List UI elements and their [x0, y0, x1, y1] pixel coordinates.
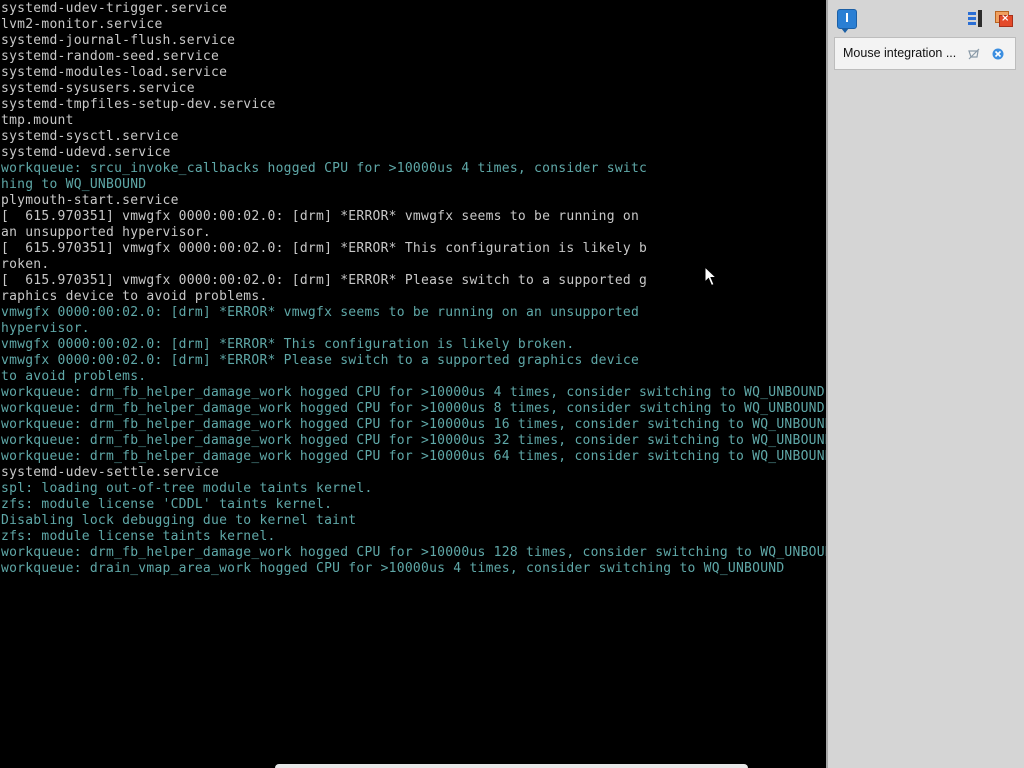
console-line: hing to WQ_UNBOUND	[1, 177, 147, 192]
console-line: an unsupported hypervisor.	[1, 225, 211, 240]
suppress-icon[interactable]	[968, 48, 980, 60]
console-line: [ 615.970351] vmwgfx 0000:00:02.0: [drm]…	[1, 273, 648, 288]
console-output: systemd-udev-trigger.service lvm2-monitor…	[1, 1, 826, 577]
console-line: vmwgfx 0000:00:02.0: [drm] *ERROR* vmwgf…	[1, 305, 640, 320]
console-line: systemd-tmpfiles-setup-dev.service	[1, 97, 276, 112]
console-line: zfs: module license taints kernel.	[1, 529, 276, 544]
console-line: workqueue: srcu_invoke_callbacks hogged …	[1, 161, 648, 176]
console-line: raphics device to avoid problems.	[1, 289, 268, 304]
close-all-notifications-icon[interactable]: ×	[994, 9, 1014, 29]
console-line: workqueue: drm_fb_helper_damage_work hog…	[1, 401, 825, 416]
notification-mouse-integration[interactable]: Mouse integration ...	[834, 37, 1016, 70]
console-line: Disabling lock debugging due to kernel t…	[1, 513, 357, 528]
console-line: lvm2-monitor.service	[1, 17, 163, 32]
console-line: vmwgfx 0000:00:02.0: [drm] *ERROR* Pleas…	[1, 353, 640, 368]
notification-toolbar: ×	[828, 0, 1024, 36]
console-line: systemd-random-seed.service	[1, 49, 220, 64]
console-line: spl: loading out-of-tree module taints k…	[1, 481, 373, 496]
console-line: tmp.mount	[1, 113, 74, 128]
console-line: systemd-sysusers.service	[1, 81, 195, 96]
console-line: roken.	[1, 257, 50, 272]
console-line: systemd-journal-flush.service	[1, 33, 236, 48]
console-line: hypervisor.	[1, 321, 90, 336]
console-line: vmwgfx 0000:00:02.0: [drm] *ERROR* This …	[1, 337, 575, 352]
console-line: systemd-udev-trigger.service	[1, 1, 228, 16]
console-line: plymouth-start.service	[1, 193, 179, 208]
notification-text: Mouse integration ...	[843, 46, 957, 60]
close-icon[interactable]	[992, 48, 1004, 60]
notification-center-panel: × Mouse integration ...	[826, 0, 1024, 768]
console-line: workqueue: drm_fb_helper_damage_work hog…	[1, 433, 826, 448]
console-line: workqueue: drm_fb_helper_damage_work hog…	[1, 449, 826, 464]
console-line: workqueue: drm_fb_helper_damage_work hog…	[1, 417, 826, 432]
mouse-pointer-icon	[704, 266, 718, 287]
console-line: to avoid problems.	[1, 369, 147, 384]
console-line: workqueue: drm_fb_helper_damage_work hog…	[1, 545, 826, 560]
console-line: [ 615.970351] vmwgfx 0000:00:02.0: [drm]…	[1, 241, 648, 256]
console-line: zfs: module license 'CDDL' taints kernel…	[1, 497, 333, 512]
vm-console-screen[interactable]: systemd-udev-trigger.service lvm2-monitor…	[0, 0, 826, 768]
console-line: workqueue: drain_vmap_area_work hogged C…	[1, 561, 785, 576]
console-line: systemd-udev-settle.service	[1, 465, 220, 480]
console-line: systemd-udevd.service	[1, 145, 171, 160]
notification-list-icon[interactable]	[966, 9, 986, 29]
console-line: systemd-sysctl.service	[1, 129, 179, 144]
console-line: workqueue: drm_fb_helper_damage_work hog…	[1, 385, 825, 400]
console-line: systemd-modules-load.service	[1, 65, 228, 80]
console-line: [ 615.970351] vmwgfx 0000:00:02.0: [drm]…	[1, 209, 640, 224]
bottom-slide-handle[interactable]	[275, 764, 748, 768]
notification-center-icon[interactable]	[837, 9, 857, 33]
